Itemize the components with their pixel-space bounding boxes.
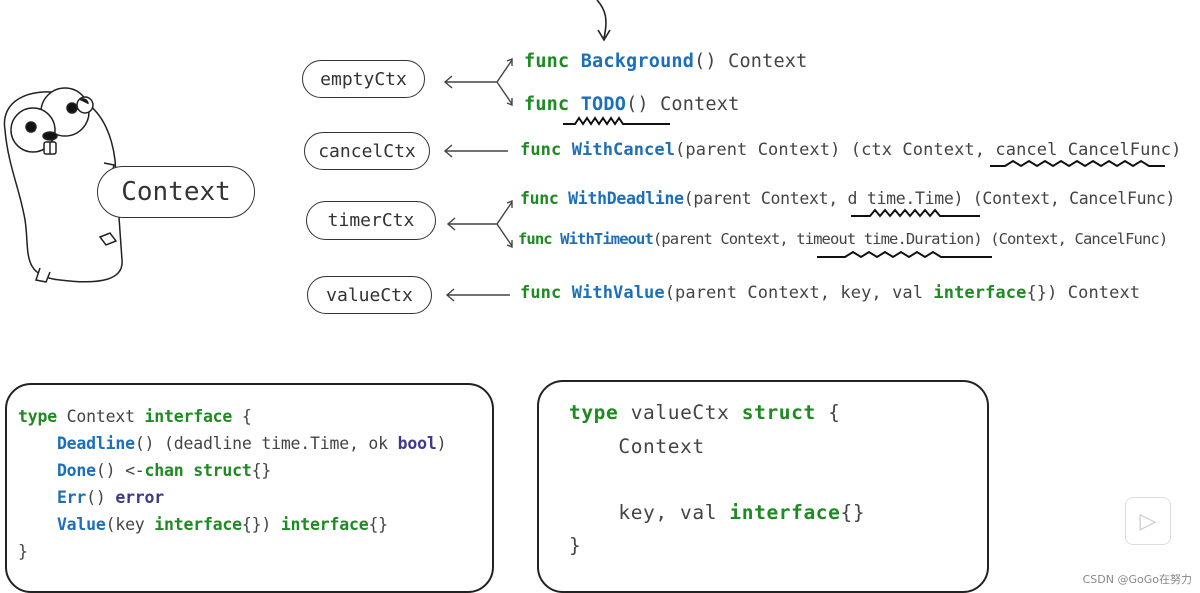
code-token: {}) Context	[1026, 283, 1141, 303]
type-cancelctx: cancelCtx	[304, 132, 430, 170]
code-line: Value(key interface{}) interface{}	[18, 515, 388, 534]
context-label-text: Context	[121, 177, 231, 207]
type-label: emptyCtx	[320, 68, 407, 90]
func-signature: func WithValue(parent Context, key, val …	[520, 283, 1140, 303]
code-line: Context	[569, 435, 705, 458]
code-line: type valueCtx struct {	[569, 401, 841, 424]
code-token: interface	[729, 501, 841, 524]
code-token: Context	[56, 407, 145, 426]
code-token: }	[18, 542, 28, 561]
code-token: )	[436, 434, 447, 453]
code-token: interface	[154, 515, 242, 534]
func-signature: func Background() Context	[524, 51, 807, 72]
code-token: () (deadline time.Time, ok	[134, 434, 398, 453]
func-signature: func WithDeadline(parent Context, d time…	[520, 189, 1175, 208]
func-signature: func WithCancel(parent Context) (ctx Con…	[520, 140, 1181, 160]
code-token: () <-	[95, 461, 145, 480]
type-emptyctx: emptyCtx	[302, 60, 425, 98]
code-token: {}	[368, 515, 388, 534]
code-token: interface	[144, 407, 233, 426]
code-line: Deadline() (deadline time.Time, ok bool)	[18, 434, 447, 453]
code-token: Done	[56, 461, 96, 480]
code-token: interface	[280, 515, 369, 534]
code-token: {	[815, 401, 841, 424]
arrow-down-icon	[596, 0, 611, 42]
code-token: func	[518, 230, 561, 248]
code-line: }	[18, 542, 28, 561]
code-token: chan struct	[144, 461, 252, 480]
code-token: error	[115, 488, 165, 507]
code-line: Done() <-chan struct{}	[18, 461, 271, 480]
code-token: (parent Context, timeout time.Duration) …	[652, 230, 1168, 248]
context-label: Context	[97, 166, 255, 218]
code-token: bool	[397, 434, 437, 453]
code-token: Value	[56, 515, 106, 534]
code-line: type Context interface {	[18, 407, 252, 426]
code-token: struct	[741, 401, 816, 424]
code-token: WithTimeout	[560, 230, 654, 248]
type-timerctx: timerCtx	[306, 201, 436, 240]
func-signature: func WithTimeout(parent Context, timeout…	[518, 230, 1168, 248]
code-token: WithValue	[571, 283, 665, 303]
code-token: Deadline	[56, 434, 135, 453]
code-token: ()	[86, 488, 116, 507]
code-token: Context	[569, 435, 705, 458]
code-token: }	[569, 534, 582, 557]
code-token: TODO	[580, 94, 627, 115]
code-token: func	[520, 189, 569, 208]
code-token: (parent Context) (ctx Context, cancel Ca…	[675, 140, 1182, 160]
code-token: type	[569, 401, 619, 424]
type-label: cancelCtx	[318, 140, 416, 162]
code-token: WithCancel	[571, 140, 676, 160]
code-token: WithDeadline	[568, 189, 684, 208]
func-signature: func TODO() Context	[524, 94, 739, 115]
code-line: Err() error	[18, 488, 164, 507]
code-token: (key	[105, 515, 155, 534]
code-token: func	[520, 283, 572, 303]
code-line: key, val interface{}	[569, 501, 865, 524]
type-valuectx: valueCtx	[307, 276, 432, 314]
code-token: Background	[580, 51, 695, 72]
code-token: {}	[251, 461, 272, 480]
code-token: Err	[56, 488, 87, 507]
code-token: interface	[933, 283, 1027, 303]
code-token: () Context	[694, 51, 808, 72]
code-token: (parent Context, d time.Time) (Context, …	[683, 189, 1176, 208]
code-token: {	[232, 407, 252, 426]
code-token: (parent Context, key, val	[664, 283, 934, 303]
code-token: key, val	[569, 501, 730, 524]
watermark: CSDN @GoGo在努力	[1082, 573, 1192, 586]
play-icon[interactable]: ▷	[1125, 497, 1171, 545]
code-token: valueCtx	[618, 401, 742, 424]
code-token: () Context	[626, 94, 740, 115]
code-token: {}	[840, 501, 866, 524]
code-token: func	[524, 51, 581, 72]
code-token: func	[520, 140, 572, 160]
code-token: {})	[241, 515, 281, 534]
code-line: }	[569, 534, 581, 557]
code-token: func	[524, 94, 581, 115]
connector-arrows	[443, 57, 513, 302]
code-token: type	[18, 407, 57, 426]
type-label: timerCtx	[327, 210, 415, 231]
type-label: valueCtx	[326, 284, 413, 306]
